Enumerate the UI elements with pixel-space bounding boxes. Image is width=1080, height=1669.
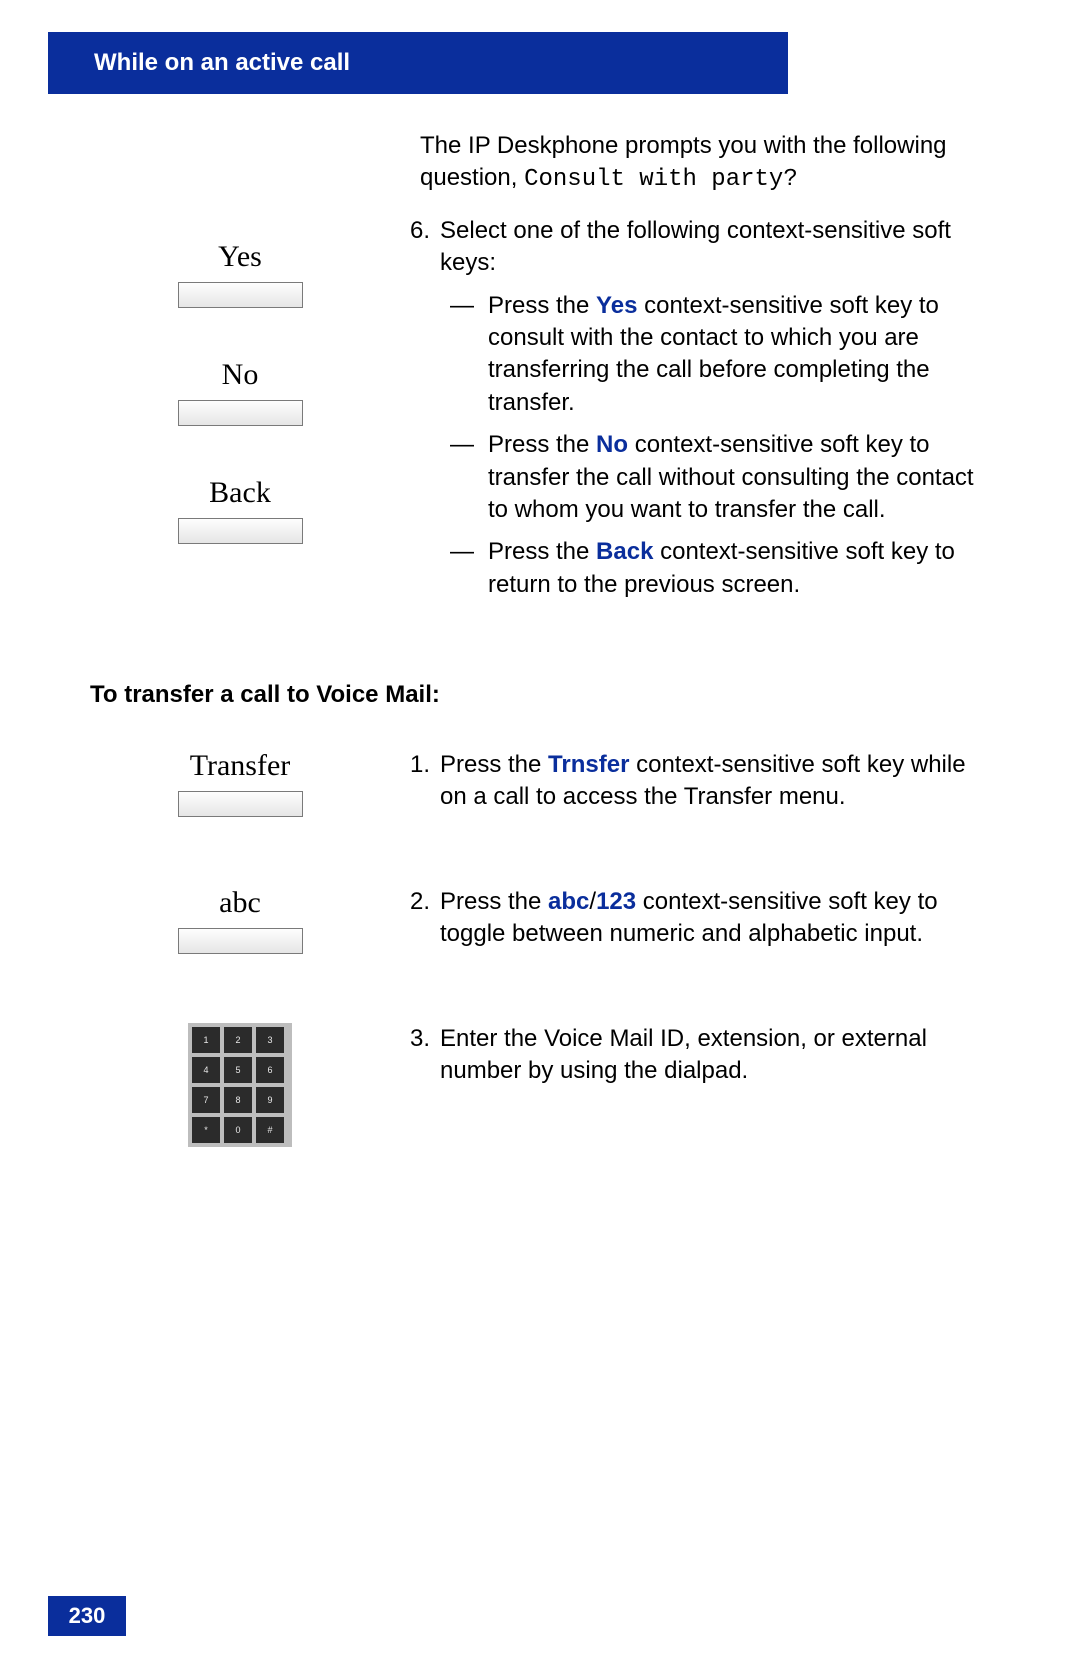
bullet-text: Press the No context-sensitive soft key … [488,429,990,526]
softkey-back: Back [178,476,303,544]
step-number: 6. [390,215,440,611]
softkey-button-icon [178,791,303,817]
page-root: While on an active call Yes No Back [0,0,1080,1669]
step-number: 1. [390,749,440,814]
dialpad-key: 5 [224,1057,252,1083]
step-body: Enter the Voice Mail ID, extension, or e… [440,1023,990,1088]
softkey-transfer: Transfer [178,749,303,817]
section-header-title: While on an active call [94,49,350,77]
numbered-step-3: 3. Enter the Voice Mail ID, extension, o… [390,1023,990,1088]
softkey-button-icon [178,282,303,308]
keyword-abc: abc [548,888,589,915]
softkey-column: Yes No Back [90,130,390,594]
numbered-step-1: 1. Press the Trnsfer context-sensitive s… [390,749,990,814]
step6-block: Yes No Back The IP Deskphone prompts you… [90,130,990,623]
step6-lead: Select one of the following context-sens… [440,215,990,280]
dialpad-key: 7 [192,1087,220,1113]
content-area: Yes No Back The IP Deskphone prompts you… [90,130,990,1207]
t: Press the [440,751,548,778]
page-number: 230 [48,1596,126,1636]
dash-icon: — [450,290,488,420]
softkey-label: Back [209,476,271,510]
dialpad-key: 6 [256,1057,284,1083]
softkey-button-icon [178,518,303,544]
t: Press the [440,888,548,915]
dialpad-icon: 1 2 3 4 5 6 7 8 9 * 0 # [188,1023,292,1147]
vm-right: 3. Enter the Voice Mail ID, extension, o… [390,1023,990,1100]
keyword-trnsfer: Trnsfer [548,751,629,778]
section-header: While on an active call [48,32,788,94]
t: Press the [488,538,596,565]
step-number: 2. [390,886,440,951]
dialpad-key: 1 [192,1027,220,1053]
dialpad-key: 8 [224,1087,252,1113]
dialpad-key: * [192,1117,220,1143]
vm-step-2: abc 2. Press the abc/123 context-sensiti… [90,886,990,963]
vm-left: Transfer [90,749,390,817]
vm-right: 2. Press the abc/123 context-sensitive s… [390,886,990,963]
vm-step-3: 1 2 3 4 5 6 7 8 9 * 0 # 3. Enter the V [90,1023,990,1147]
bullet-yes: — Press the Yes context-sensitive soft k… [450,290,990,420]
softkey-no: No [178,358,303,426]
section-title-voicemail: To transfer a call to Voice Mail: [90,681,990,709]
bullet-text: Press the Back context-sensitive soft ke… [488,536,990,601]
vm-step-1: Transfer 1. Press the Trnsfer context-se… [90,749,990,826]
softkey-label: abc [219,886,261,920]
dialpad-key: # [256,1117,284,1143]
vm-left: abc [90,886,390,954]
step-body: Press the abc/123 context-sensitive soft… [440,886,990,951]
dialpad-key: 0 [224,1117,252,1143]
numbered-step-6: 6. Select one of the following context-s… [390,215,990,611]
softkey-button-icon [178,928,303,954]
dialpad-key: 4 [192,1057,220,1083]
step-number: 3. [390,1023,440,1088]
dash-icon: — [450,536,488,601]
softkey-abc: abc [178,886,303,954]
dialpad-key: 2 [224,1027,252,1053]
step-body: Press the Trnsfer context-sensitive soft… [440,749,990,814]
t: Press the [488,431,596,458]
keyword-back: Back [596,538,653,565]
step-body: Select one of the following context-sens… [440,215,990,611]
softkey-yes: Yes [178,240,303,308]
bullet-text: Press the Yes context-sensitive soft key… [488,290,990,420]
bullet-back: — Press the Back context-sensitive soft … [450,536,990,601]
dash-icon: — [450,429,488,526]
keyword-no: No [596,431,628,458]
t: Press the [488,292,596,319]
dialpad-key: 9 [256,1087,284,1113]
vm-left: 1 2 3 4 5 6 7 8 9 * 0 # [90,1023,390,1147]
intro-paragraph: The IP Deskphone prompts you with the fo… [420,130,990,197]
softkey-label: No [222,358,259,392]
page-number-text: 230 [69,1603,106,1629]
bullet-no: — Press the No context-sensitive soft ke… [450,429,990,526]
numbered-step-2: 2. Press the abc/123 context-sensitive s… [390,886,990,951]
keyword-yes: Yes [596,292,637,319]
intro-mono: Consult with party? [524,166,798,193]
dialpad-key: 3 [256,1027,284,1053]
vm-right: 1. Press the Trnsfer context-sensitive s… [390,749,990,826]
softkey-button-icon [178,400,303,426]
keyword-123: 123 [596,888,636,915]
step6-text: The IP Deskphone prompts you with the fo… [390,130,990,623]
softkey-label: Transfer [190,749,291,783]
softkey-label: Yes [218,240,262,274]
